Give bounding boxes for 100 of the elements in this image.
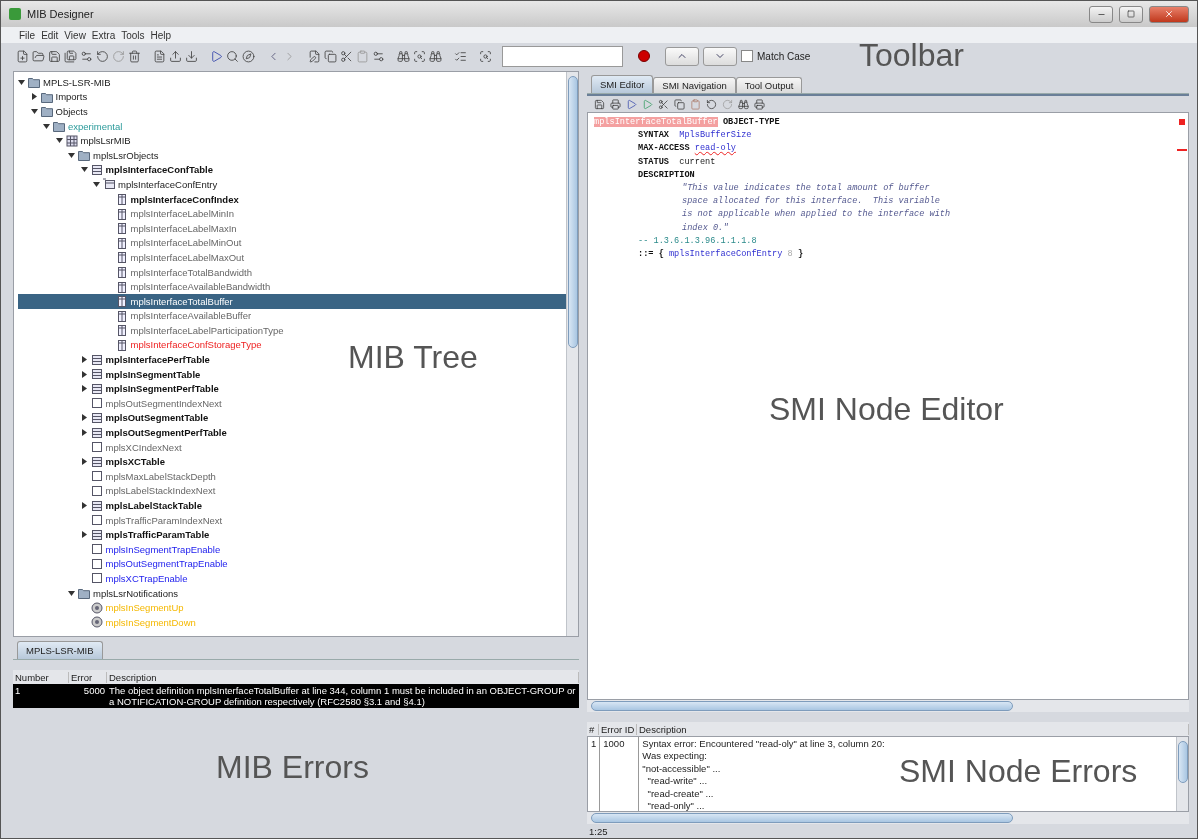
collapse-icon[interactable]: [93, 180, 100, 188]
next-button[interactable]: [703, 46, 737, 66]
tree-item[interactable]: mplsInterfaceConfTable: [18, 162, 213, 178]
scrollbar[interactable]: [587, 700, 1189, 712]
tree-item[interactable]: MPLS-LSR-MIB: [18, 75, 111, 90]
tree-item[interactable]: mplsInterfaceConfIndex: [18, 191, 239, 207]
menu-item[interactable]: File: [19, 29, 36, 41]
save-icon[interactable]: [47, 49, 62, 63]
expand-icon[interactable]: [80, 370, 88, 378]
column-header[interactable]: Description: [107, 671, 579, 683]
menu-item[interactable]: Tools: [121, 29, 145, 41]
tree-item[interactable]: mplsTrafficParamIndexNext: [18, 512, 223, 528]
tree-item[interactable]: mplsInterfaceConfEntry: [18, 177, 218, 192]
undo-icon[interactable]: [705, 98, 718, 110]
collapse-icon[interactable]: [68, 589, 75, 597]
download-icon[interactable]: [184, 49, 199, 63]
compass-icon[interactable]: [241, 49, 256, 63]
tree-item[interactable]: mplsInterfaceTotalBandwidth: [18, 264, 252, 280]
tree-item[interactable]: mplsInSegmentTrapEnable: [18, 542, 221, 557]
scrollbar[interactable]: [566, 72, 578, 636]
tree-item[interactable]: mplsInterfaceTotalBuffer: [18, 293, 566, 309]
expand-icon[interactable]: [80, 429, 88, 437]
column-header[interactable]: Error ID: [599, 723, 637, 735]
tree-item[interactable]: mplsInSegmentPerfTable: [18, 381, 219, 397]
tree-item[interactable]: mplsLsrObjects: [18, 147, 159, 163]
tree-item[interactable]: mplsXCTrapEnable: [18, 571, 188, 586]
tree-item[interactable]: mplsOutSegmentTrapEnable: [18, 556, 228, 572]
menu-item[interactable]: View: [64, 29, 86, 41]
tree-item[interactable]: mplsInterfaceLabelMaxIn: [18, 220, 237, 236]
tree-item[interactable]: mplsLabelStackTable: [18, 498, 202, 513]
tree-item[interactable]: Imports: [18, 89, 88, 105]
save-icon[interactable]: [593, 98, 606, 110]
tree-item[interactable]: mplsInterfaceConfStorageType: [18, 337, 262, 353]
copy-icon[interactable]: [673, 98, 686, 110]
tree-item[interactable]: mplsInterfaceAvailableBandwidth: [18, 279, 271, 294]
collapse-icon[interactable]: [43, 122, 50, 130]
search-field[interactable]: [502, 45, 623, 67]
minimize-button[interactable]: [1089, 5, 1113, 23]
tree-item[interactable]: mplsInterfacePerfTable: [18, 352, 210, 367]
tree-item[interactable]: mplsInterfaceLabelMaxOut: [18, 250, 245, 265]
cut-icon[interactable]: [657, 98, 670, 110]
menu-item[interactable]: Extra: [91, 29, 116, 41]
cut-icon[interactable]: [339, 49, 354, 63]
new-file-icon[interactable]: [15, 49, 30, 63]
save-all-icon[interactable]: [63, 49, 78, 63]
menu-item[interactable]: Edit: [41, 29, 59, 41]
column-header[interactable]: Description: [637, 723, 1189, 735]
copy-icon[interactable]: [323, 49, 338, 63]
menu-item[interactable]: Help: [150, 29, 172, 41]
error-marker[interactable]: [1179, 119, 1185, 125]
find-icon[interactable]: [412, 49, 427, 63]
undo-icon[interactable]: [95, 49, 110, 63]
tree-item[interactable]: mplsLsrNotifications: [18, 585, 178, 601]
record-button[interactable]: [638, 50, 650, 62]
play-icon[interactable]: [209, 49, 224, 63]
checklist-icon[interactable]: [453, 49, 468, 63]
binoculars-icon[interactable]: [396, 49, 411, 63]
tree-item[interactable]: mplsInterfaceLabelMinIn: [18, 206, 234, 221]
module-tab[interactable]: MPLS-LSR-MIB: [17, 641, 103, 659]
editor-tab[interactable]: SMI Navigation: [653, 77, 736, 93]
scrollbar[interactable]: [587, 812, 1189, 824]
printer-icon[interactable]: [753, 98, 766, 110]
find-icon[interactable]: [478, 49, 493, 63]
close-button[interactable]: [1149, 5, 1189, 23]
tree-item[interactable]: mplsOutSegmentTable: [18, 410, 209, 426]
expand-icon[interactable]: [80, 502, 88, 509]
maximize-button[interactable]: [1119, 5, 1143, 23]
collapse-icon[interactable]: [55, 137, 63, 145]
column-header[interactable]: Number: [13, 671, 69, 683]
upload-icon[interactable]: [168, 49, 183, 63]
error-row[interactable]: 1 5000 The object definition mplsInterfaceTotalBuffer at line 344, column 1 must be included in an OBJECT-GROUP or a NOTIFICATION-GROUP definition respectively (RFC2580 §3.1 and §4.1): [13, 684, 579, 708]
tree-item[interactable]: mplsOutSegmentIndexNext: [18, 396, 222, 411]
document-icon[interactable]: [152, 49, 167, 63]
collapse-icon[interactable]: [68, 151, 75, 159]
open-folder-icon[interactable]: [31, 49, 46, 63]
collapse-icon[interactable]: [18, 78, 25, 86]
error-marker[interactable]: [1177, 149, 1187, 151]
expand-icon[interactable]: [80, 356, 88, 364]
tree-item[interactable]: mplsLsrMIB: [18, 133, 131, 148]
tree-item[interactable]: mplsInterfaceLabelParticipationType: [18, 323, 284, 338]
tree-item[interactable]: mplsTrafficParamTable: [18, 527, 210, 542]
binoculars-icon[interactable]: [737, 98, 750, 110]
tree-item[interactable]: mplsLabelStackIndexNext: [18, 483, 216, 499]
search-icon[interactable]: [225, 49, 240, 63]
tree-item[interactable]: mplsInterfaceAvailableBuffer: [18, 308, 252, 324]
expand-icon[interactable]: [80, 531, 88, 539]
tree-item[interactable]: mplsXCTable: [18, 454, 165, 470]
editor-tab[interactable]: SMI Editor: [591, 75, 654, 93]
tree-item[interactable]: mplsMaxLabelStackDepth: [18, 469, 216, 484]
expand-icon[interactable]: [80, 414, 88, 422]
expand-icon[interactable]: [80, 458, 88, 466]
scrollbar[interactable]: [1176, 737, 1188, 811]
tree-item[interactable]: mplsOutSegmentPerfTable: [18, 425, 227, 440]
binoculars-icon[interactable]: [428, 49, 443, 63]
tree-item[interactable]: mplsInterfaceLabelMinOut: [18, 235, 242, 251]
tree-item[interactable]: mplsXCIndexNext: [18, 439, 182, 455]
column-header[interactable]: Error: [69, 671, 107, 683]
column-header[interactable]: #: [587, 723, 599, 735]
previous-button[interactable]: [665, 46, 699, 66]
trash-icon[interactable]: [127, 49, 142, 63]
